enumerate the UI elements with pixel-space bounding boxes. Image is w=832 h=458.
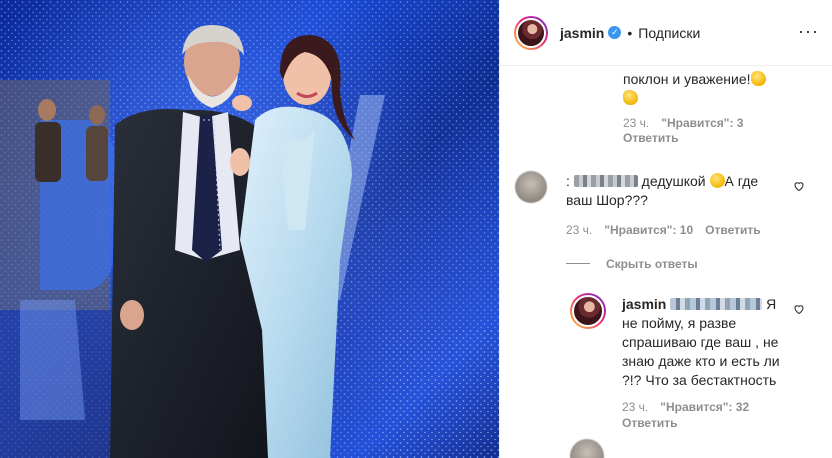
blurred-mention [670,298,763,310]
following-button[interactable]: Подписки [638,25,700,41]
reply-button[interactable]: Ответить [623,131,678,145]
comment-text: jasmin Я не пойму, я разве спрашиваю где… [622,296,780,388]
author-username[interactable]: jasmin [560,25,604,41]
comment-author[interactable]: jasmin [622,296,666,312]
comments-panel: jasmin ✓ • Подписки ··· поклон и уважени… [499,0,832,458]
replies-divider [566,263,590,264]
comment-likes[interactable]: "Нравится": 10 [604,223,693,237]
blurred-username [573,175,638,187]
comment-text: : дедушкой А где ваш Шор??? [566,173,759,208]
comment-likes[interactable]: "Нравится": 32 [660,400,749,414]
comments-list: поклон и уважение! 23 ч. "Нравится": 3 О… [500,67,832,458]
hide-replies-button[interactable]: Скрыть ответы [606,257,698,271]
post-header: jasmin ✓ • Подписки ··· [500,0,832,66]
comment-time: 23 ч. [623,116,650,130]
reply-button[interactable]: Ответить [622,416,677,430]
clap-emoji-icon [750,71,766,86]
author-avatar[interactable] [570,293,606,329]
heart-icon[interactable] [793,180,805,192]
commenter-avatar[interactable] [570,439,604,458]
reply-button[interactable]: Ответить [705,223,760,237]
comment-meta: 23 ч. "Нравится": 32 [622,400,749,414]
comment-text: поклон и уважение! [623,70,823,108]
verified-badge-icon: ✓ [608,26,622,39]
comment-time: 23 ч. [622,400,649,414]
author-avatar[interactable] [514,15,548,50]
commenter-avatar[interactable] [515,171,547,203]
heart-icon[interactable] [793,303,805,315]
comment-meta: 23 ч. "Нравится": 3 [623,116,743,130]
clap-emoji-icon [623,90,638,105]
instagram-post-view: jasmin ✓ • Подписки ··· поклон и уважени… [0,0,832,458]
grin-emoji-icon [709,173,725,188]
separator-dot: • [627,24,633,41]
photo-illustration [0,0,499,458]
post-photo[interactable] [0,0,499,458]
more-options-icon[interactable]: ··· [798,22,819,40]
comment-likes[interactable]: "Нравится": 3 [661,116,743,130]
comment-time: 23 ч. [566,223,593,237]
comment-meta: 23 ч. "Нравится": 10 Ответить [566,223,761,237]
